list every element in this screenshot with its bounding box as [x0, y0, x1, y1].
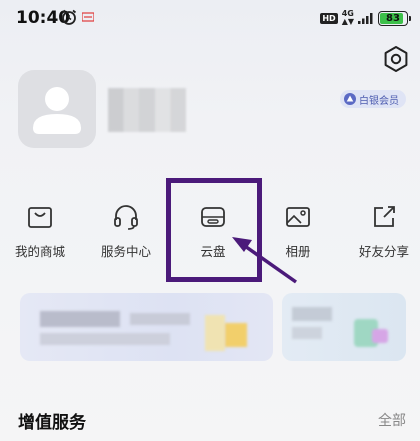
status-right: HD 4G ▲▼ 83: [320, 9, 411, 26]
shortcut-service-center[interactable]: 服务中心: [90, 203, 162, 263]
promo-banner-left[interactable]: [20, 293, 273, 361]
section-more-link[interactable]: 全部: [378, 410, 406, 430]
highlight-box: [166, 178, 262, 282]
network-type: 4G ▲▼: [341, 9, 354, 26]
headset-icon: [114, 205, 138, 230]
vip-badge-label: 白银会员: [359, 95, 399, 107]
shortcut-label: 我的商城: [14, 244, 65, 259]
shortcut-album[interactable]: 相册: [262, 203, 334, 263]
battery-level: 83: [386, 12, 400, 24]
alarm-icon: [61, 9, 77, 25]
shortcut-share[interactable]: 好友分享: [348, 203, 420, 263]
shortcut-mall[interactable]: 我的商城: [4, 203, 76, 263]
avatar-placeholder-icon: [33, 87, 81, 134]
username-blurred[interactable]: [108, 88, 186, 132]
hd-badge: HD: [320, 12, 338, 24]
settings-gear-icon[interactable]: [382, 45, 410, 73]
shortcut-label: 相册: [285, 244, 311, 259]
album-icon: [286, 207, 310, 227]
promo-banner-right[interactable]: [282, 293, 406, 361]
signal-icon: [358, 13, 373, 24]
mall-icon: [28, 207, 52, 228]
battery-icon: 83: [378, 10, 411, 26]
avatar[interactable]: [18, 70, 96, 148]
shortcut-label: 服务中心: [100, 244, 151, 259]
vip-triangle-icon: [344, 93, 356, 105]
share-icon: [374, 206, 395, 227]
section-title: 增值服务: [18, 413, 86, 433]
status-bar: 10:40 HD 4G ▲▼ 83: [0, 0, 420, 36]
vip-badge[interactable]: 白银会员: [340, 90, 406, 108]
shortcut-label: 好友分享: [358, 244, 409, 259]
notification-icon: [82, 12, 94, 22]
